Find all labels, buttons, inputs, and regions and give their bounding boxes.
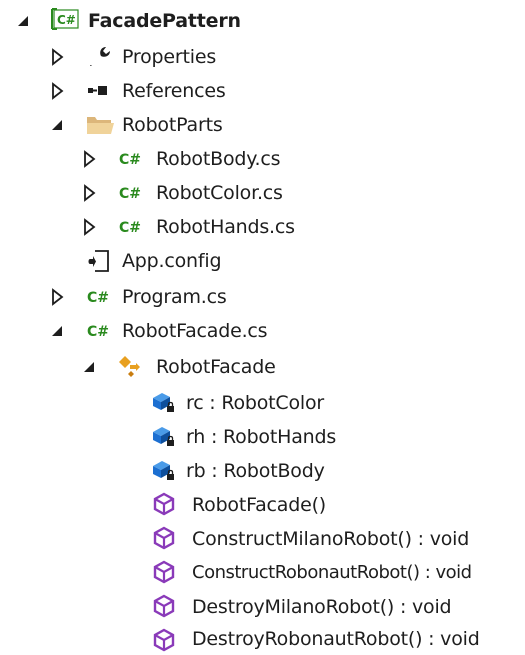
expanded-arrow-icon[interactable] bbox=[50, 116, 66, 134]
node-label: Program.cs bbox=[122, 286, 227, 308]
references-icon bbox=[88, 86, 107, 95]
svg-text:C#: C# bbox=[119, 152, 141, 168]
tree-node-program-cs[interactable]: C# Program.cs bbox=[0, 280, 525, 314]
node-label: RobotParts bbox=[122, 114, 223, 136]
tree-node-field-rc[interactable]: rc : RobotColor bbox=[0, 386, 525, 420]
node-label: RobotColor.cs bbox=[156, 182, 283, 204]
node-label: rb : RobotBody bbox=[186, 460, 325, 482]
collapsed-arrow-icon[interactable] bbox=[50, 48, 66, 66]
tree-node-robotcolor-cs[interactable]: C# RobotColor.cs bbox=[0, 176, 525, 210]
solution-explorer-tree: C# FacadePattern Properties References R… bbox=[0, 0, 525, 654]
collapsed-arrow-icon[interactable] bbox=[82, 184, 98, 202]
node-label: DestroyRobonautRobot() : void bbox=[192, 628, 480, 650]
class-icon bbox=[119, 356, 140, 377]
expanded-arrow-icon[interactable] bbox=[16, 12, 32, 30]
node-label: rc : RobotColor bbox=[186, 392, 325, 414]
method-icon bbox=[153, 628, 175, 652]
node-label: App.config bbox=[122, 250, 222, 272]
node-label: RobotFacade.cs bbox=[122, 320, 268, 342]
tree-node-robotfacade-cs[interactable]: C# RobotFacade.cs bbox=[0, 314, 525, 348]
tree-node-field-rh[interactable]: rh : RobotHands bbox=[0, 420, 525, 454]
csharp-file-icon: C# bbox=[119, 152, 141, 168]
private-field-icon bbox=[153, 393, 174, 412]
node-label: ConstructMilanoRobot() : void bbox=[192, 528, 470, 550]
node-label: DestroyMilanoRobot() : void bbox=[192, 596, 452, 618]
tree-node-robotfacade-class[interactable]: RobotFacade bbox=[0, 350, 525, 384]
private-field-icon bbox=[153, 427, 174, 446]
tree-node-references[interactable]: References bbox=[0, 74, 525, 108]
collapsed-arrow-icon[interactable] bbox=[50, 82, 66, 100]
tree-node-properties[interactable]: Properties bbox=[0, 40, 525, 74]
svg-text:C#: C# bbox=[87, 324, 109, 340]
method-icon bbox=[153, 526, 175, 550]
svg-text:C#: C# bbox=[119, 220, 141, 236]
tree-node-app-config[interactable]: App.config bbox=[0, 244, 525, 278]
node-label: ConstructRobonautRobot() : void bbox=[192, 562, 472, 583]
csharp-project-icon: C# bbox=[51, 8, 79, 30]
method-icon bbox=[153, 560, 175, 584]
tree-node-robothands-cs[interactable]: C# RobotHands.cs bbox=[0, 210, 525, 244]
folder-open-icon bbox=[87, 117, 114, 134]
collapsed-arrow-icon[interactable] bbox=[82, 218, 98, 236]
method-icon bbox=[153, 492, 175, 516]
tree-node-method-destroyrobonautrobot[interactable]: DestroyRobonautRobot() : void bbox=[0, 624, 525, 654]
node-label: References bbox=[122, 80, 226, 102]
tree-node-robotbody-cs[interactable]: C# RobotBody.cs bbox=[0, 142, 525, 176]
wrench-icon bbox=[90, 47, 110, 66]
tree-node-field-rb[interactable]: rb : RobotBody bbox=[0, 454, 525, 488]
node-label: rh : RobotHands bbox=[186, 426, 337, 448]
svg-text:C#: C# bbox=[57, 13, 76, 27]
method-icon bbox=[153, 594, 175, 618]
node-label: FacadePattern bbox=[88, 10, 241, 32]
collapsed-arrow-icon[interactable] bbox=[50, 288, 66, 306]
node-label: RobotFacade() bbox=[192, 494, 326, 516]
tree-node-robotparts[interactable]: RobotParts bbox=[0, 108, 525, 142]
collapsed-arrow-icon[interactable] bbox=[82, 150, 98, 168]
private-field-icon bbox=[153, 461, 174, 480]
svg-text:C#: C# bbox=[87, 290, 109, 306]
csharp-file-icon: C# bbox=[119, 186, 141, 202]
node-label: RobotFacade bbox=[156, 356, 276, 378]
tree-node-facadepattern[interactable]: C# FacadePattern bbox=[0, 4, 525, 38]
node-label: RobotBody.cs bbox=[156, 148, 281, 170]
node-label: RobotHands.cs bbox=[156, 216, 295, 238]
tree-node-method-robotfacade[interactable]: RobotFacade() bbox=[0, 488, 525, 522]
node-label: Properties bbox=[122, 46, 217, 68]
expanded-arrow-icon[interactable] bbox=[82, 358, 98, 376]
tree-node-method-destroymilanorobot[interactable]: DestroyMilanoRobot() : void bbox=[0, 590, 525, 624]
svg-text:C#: C# bbox=[119, 186, 141, 202]
csharp-file-icon: C# bbox=[119, 220, 141, 236]
config-file-icon bbox=[88, 250, 109, 272]
expanded-arrow-icon[interactable] bbox=[50, 322, 66, 340]
tree-node-method-constructmilanorobot[interactable]: ConstructMilanoRobot() : void bbox=[0, 522, 525, 556]
csharp-file-icon: C# bbox=[87, 324, 109, 340]
csharp-file-icon: C# bbox=[87, 290, 109, 306]
tree-node-method-constructrobonautrobot[interactable]: ConstructRobonautRobot() : void bbox=[0, 556, 525, 590]
